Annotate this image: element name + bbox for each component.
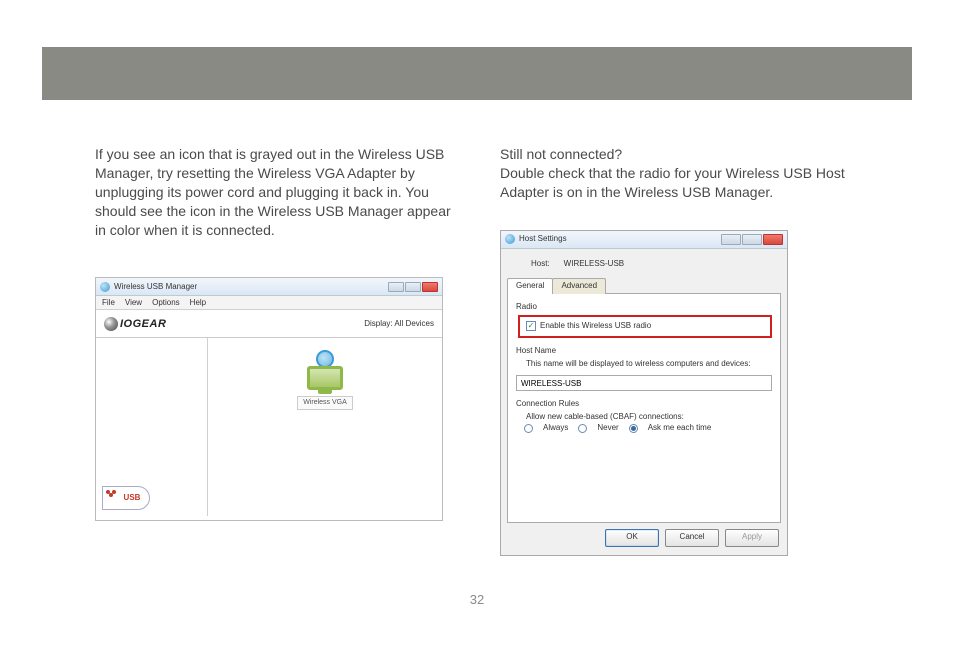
left-column: If you see an icon that is grayed out in… [95,145,460,556]
shot2-title: Host Settings [519,234,567,245]
tabstrip: General Advanced [501,278,787,294]
rules-row: Always Never Ask me each time [516,423,772,434]
ok-button[interactable]: OK [605,529,659,547]
app-icon [100,282,110,292]
left-paragraph: If you see an icon that is grayed out in… [95,145,460,239]
menubar: File View Options Help [96,296,442,310]
iogear-logo: IOGEAR [104,317,166,332]
hostname-group: Host Name This name will be displayed to… [516,346,772,392]
menu-view[interactable]: View [125,298,142,309]
rules-help: Allow new cable-based (CBAF) connections… [516,412,772,423]
device-card[interactable]: Wireless VGA [297,350,353,409]
host-value: WIRELESS-USB [564,259,624,270]
enable-radio-checkbox[interactable]: ✓ [526,321,536,331]
minimize-button[interactable] [388,282,404,292]
menu-file[interactable]: File [102,298,115,309]
wireless-vga-icon [303,350,347,394]
shot1-sidebar: USB [96,338,208,516]
radio-always[interactable] [524,424,533,433]
host-settings-screenshot: Host Settings Host: WIRELESS-USB General… [500,230,788,556]
tab-general[interactable]: General [507,278,553,294]
menu-help[interactable]: Help [190,298,206,309]
button-row: OK Cancel Apply [501,523,787,555]
content: If you see an icon that is grayed out in… [95,145,865,556]
hostname-help: This name will be displayed to wireless … [516,359,772,370]
rules-group: Connection Rules Allow new cable-based (… [516,399,772,433]
radio-ask[interactable] [629,424,638,433]
apply-button[interactable]: Apply [725,529,779,547]
iogear-text: IOGEAR [120,317,166,332]
radio-highlight-box: ✓ Enable this Wireless USB radio [518,315,772,338]
hostname-group-title: Host Name [516,346,772,357]
host-label: Host: [531,259,550,270]
close-button[interactable] [422,282,438,292]
radio-never[interactable] [578,424,587,433]
usb-logo-text: USB [124,493,141,504]
wireless-usb-logo: USB [102,486,150,510]
radio-group-title: Radio [516,302,772,313]
radio-ask-label: Ask me each time [648,423,712,434]
menu-options[interactable]: Options [152,298,180,309]
maximize-button[interactable] [405,282,421,292]
enable-radio-label: Enable this Wireless USB radio [540,321,651,332]
page-number: 32 [0,592,954,607]
right-column: Still not connected? Double check that t… [500,145,865,556]
device-label: Wireless VGA [297,396,353,409]
shot1-body: USB Wireless VGA [96,338,442,516]
shot1-title: Wireless USB Manager [114,282,197,293]
hostname-input[interactable] [516,375,772,391]
shot2-titlebar: Host Settings [501,231,787,249]
minimize-button[interactable] [721,234,741,245]
wireless-usb-manager-screenshot: Wireless USB Manager File View Options H… [95,277,443,521]
radio-never-label: Never [597,423,618,434]
right-heading: Still not connected? [500,145,865,164]
rules-group-title: Connection Rules [516,399,772,410]
radio-always-label: Always [543,423,568,434]
cancel-button[interactable]: Cancel [665,529,719,547]
window-controls [388,282,438,292]
maximize-button[interactable] [742,234,762,245]
shot1-titlebar: Wireless USB Manager [96,278,442,296]
right-paragraph: Double check that the radio for your Wir… [500,164,865,202]
display-filter[interactable]: Display: All Devices [364,319,434,330]
tab-general-body: Radio ✓ Enable this Wireless USB radio H… [507,293,781,522]
header-bar [42,47,912,100]
globe-icon [104,317,118,331]
close-button[interactable] [763,234,783,245]
app-icon [505,234,515,244]
host-row: Host: WIRELESS-USB [501,249,787,278]
tab-advanced[interactable]: Advanced [552,278,606,294]
brand-row: IOGEAR Display: All Devices [96,310,442,338]
radio-group: Radio ✓ Enable this Wireless USB radio [516,302,772,338]
window-controls [721,234,783,245]
shot1-main: Wireless VGA [208,338,442,516]
